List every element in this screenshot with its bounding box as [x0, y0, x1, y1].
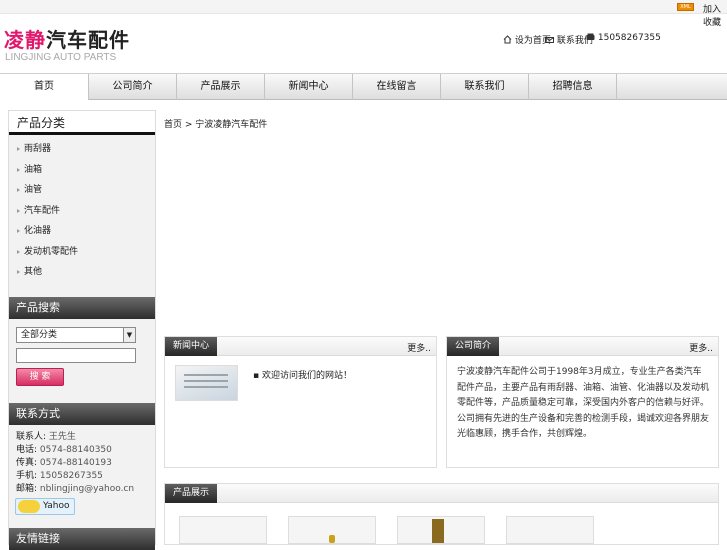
category-label: 油箱	[24, 164, 43, 175]
select-value: 全部分类	[21, 330, 58, 340]
contact-row: 手机: 15058267355	[9, 470, 155, 483]
nav-home[interactable]: 首页	[0, 74, 89, 100]
logo-brand-text: 凌静	[4, 28, 46, 52]
news-title: 新闻中心	[165, 337, 218, 356]
contact-value: 王先生	[48, 432, 76, 442]
news-thumbnail[interactable]	[175, 365, 238, 401]
yahoo-label: Yahoo	[43, 501, 70, 511]
phone-info: 15058267355	[586, 33, 661, 43]
category-label: 化油器	[24, 226, 52, 236]
category-label: 其他	[24, 267, 43, 277]
products-panel: 产品展示	[164, 483, 719, 545]
category-item[interactable]: 汽车配件	[9, 201, 155, 222]
category-item[interactable]: 化油器	[9, 221, 155, 242]
contact-value: 0574-88140350	[39, 445, 112, 455]
product-part-shape	[329, 535, 335, 543]
contact-value: nblingjing@yahoo.cn	[39, 484, 135, 494]
top-bar	[0, 0, 727, 14]
contact-key: 电话:	[16, 445, 38, 455]
logo-rest-text: 汽车配件	[46, 28, 130, 52]
category-label: 油管	[24, 185, 43, 195]
category-title: 产品分类	[9, 111, 155, 135]
sidebar: 产品分类 雨刮器 油箱 油管 汽车配件 化油器 发动机零配件 其他 产品搜索 全…	[8, 110, 156, 550]
contact-key: 手机:	[16, 471, 38, 481]
category-item[interactable]: 其他	[9, 262, 155, 283]
logo-english: LINGJING AUTO PARTS	[5, 52, 117, 63]
main-nav: 首页 公司简介 产品展示 新闻中心 在线留言 联系我们 招聘信息	[0, 73, 727, 100]
about-header: 公司简介 更多..	[447, 337, 718, 356]
nav-news[interactable]: 新闻中心	[265, 74, 353, 100]
nav-products[interactable]: 产品展示	[177, 74, 265, 100]
set-homepage-link[interactable]: 设为首页	[503, 33, 551, 46]
news-panel: 新闻中心 更多.. ▪ 欢迎访问我们的网站！	[164, 336, 437, 468]
search-button[interactable]: 搜 索	[16, 368, 64, 386]
nav-contact[interactable]: 联系我们	[441, 74, 529, 100]
mail-icon	[545, 37, 554, 43]
add-favorite-link[interactable]: 加入收藏	[703, 2, 727, 28]
contact-list: 联系人: 王先生 电话: 0574-88140350 传真: 0574-8814…	[9, 431, 155, 496]
site-logo[interactable]: 凌静汽车配件	[4, 24, 130, 53]
home-icon	[503, 35, 512, 44]
nav-jobs[interactable]: 招聘信息	[529, 74, 617, 100]
links-title: 友情链接	[9, 528, 155, 550]
about-title: 公司简介	[447, 337, 500, 356]
news-thumb-line	[184, 380, 228, 382]
category-label: 雨刮器	[24, 144, 52, 154]
news-more-link[interactable]: 更多..	[407, 341, 431, 354]
product-part-shape	[432, 519, 444, 543]
category-item[interactable]: 油管	[9, 180, 155, 201]
contact-row: 邮箱: nblingjing@yahoo.cn	[9, 483, 155, 496]
yahoo-messenger-button[interactable]: Yahoo	[15, 498, 75, 515]
category-select[interactable]: 全部分类 ▼	[16, 327, 136, 343]
products-title: 产品展示	[165, 484, 218, 503]
smiley-icon	[18, 500, 40, 513]
nav-company[interactable]: 公司简介	[89, 74, 177, 100]
news-header: 新闻中心 更多..	[165, 337, 436, 356]
news-thumb-line	[184, 386, 228, 388]
search-input[interactable]	[16, 348, 136, 363]
product-thumbnail[interactable]	[179, 516, 267, 544]
about-text: 宁波凌静汽车配件公司于1998年3月成立，专业生产各类汽车配件产品，主要产品有雨…	[457, 367, 710, 439]
phone-icon	[586, 33, 595, 40]
contact-value: 15058267355	[39, 471, 103, 481]
product-thumbnail[interactable]	[288, 516, 376, 544]
contact-row: 联系人: 王先生	[9, 431, 155, 444]
search-title: 产品搜索	[9, 297, 155, 319]
contact-row: 电话: 0574-88140350	[9, 444, 155, 457]
xml-feed-icon[interactable]: XML	[677, 3, 694, 11]
category-item[interactable]: 发动机零配件	[9, 242, 155, 263]
news-item[interactable]: ▪ 欢迎访问我们的网站！	[253, 368, 352, 381]
category-list: 雨刮器 油箱 油管 汽车配件 化油器 发动机零配件 其他	[9, 135, 155, 283]
contact-key: 联系人:	[16, 432, 47, 442]
news-item-label: 欢迎访问我们的网站！	[261, 371, 352, 381]
category-item[interactable]: 油箱	[9, 160, 155, 181]
news-thumb-line	[184, 374, 228, 376]
contact-title: 联系方式	[9, 403, 155, 425]
contact-row: 传真: 0574-88140193	[9, 457, 155, 470]
category-item[interactable]: 雨刮器	[9, 139, 155, 160]
product-thumbnail[interactable]	[397, 516, 485, 544]
products-header: 产品展示	[165, 484, 718, 503]
nav-guestbook[interactable]: 在线留言	[353, 74, 441, 100]
about-panel: 公司简介 更多.. 宁波凌静汽车配件公司于1998年3月成立，专业生产各类汽车配…	[446, 336, 719, 468]
chevron-down-icon: ▼	[123, 328, 135, 342]
product-thumbnail[interactable]	[506, 516, 594, 544]
contact-key: 传真:	[16, 458, 38, 468]
contact-value: 0574-88140193	[39, 458, 112, 468]
phone-number: 15058267355	[597, 33, 661, 43]
about-more-link[interactable]: 更多..	[689, 341, 713, 354]
category-label: 发动机零配件	[24, 246, 79, 257]
breadcrumb: 首页 > 宁波凌静汽车配件	[164, 120, 268, 130]
contact-key: 邮箱:	[16, 484, 38, 494]
category-label: 汽车配件	[24, 205, 61, 216]
